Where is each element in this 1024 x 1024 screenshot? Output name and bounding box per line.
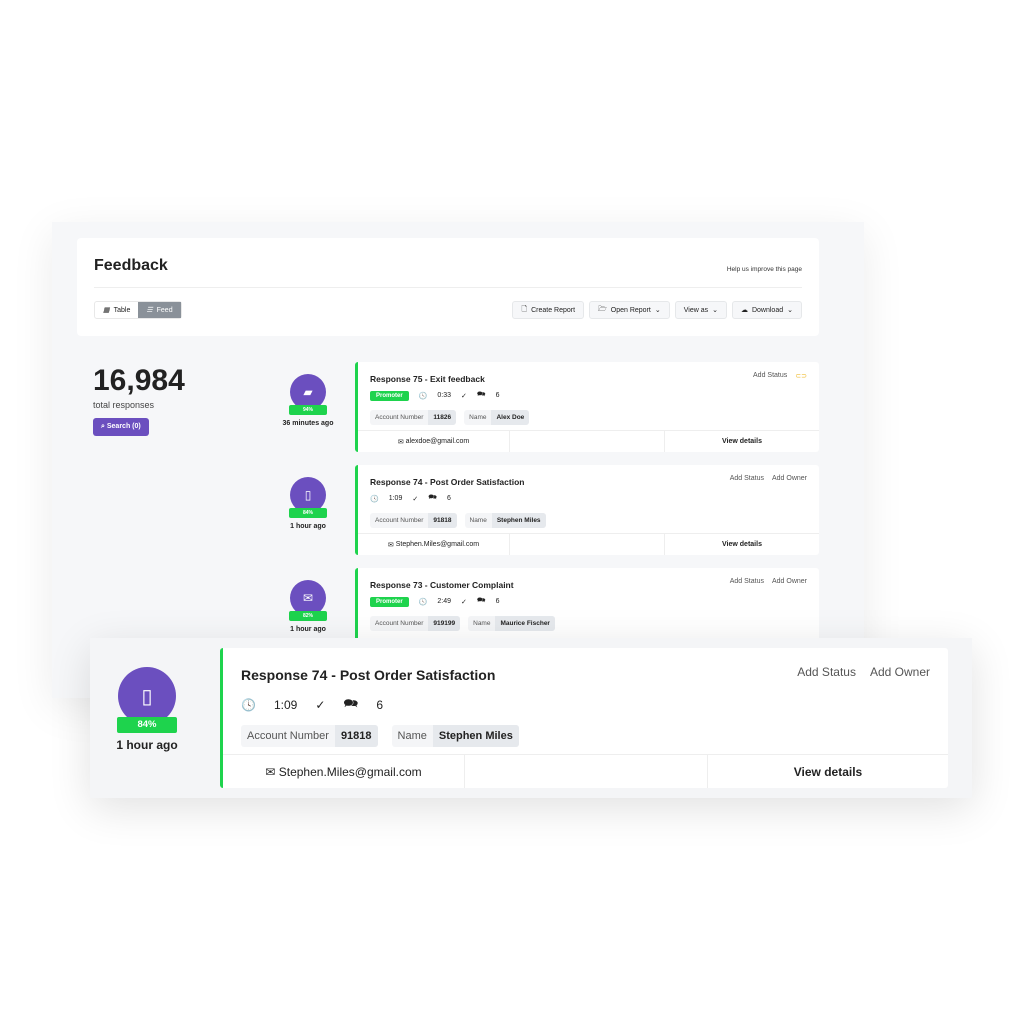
chevron-down-icon: ⌄ bbox=[712, 307, 718, 314]
score-badge: 84% bbox=[117, 717, 177, 733]
chat-icon: ▰ bbox=[303, 385, 313, 399]
search-button[interactable]: ⌕ Search (0) bbox=[93, 418, 149, 436]
check-icon: ✓ bbox=[461, 392, 467, 400]
check-icon: ✓ bbox=[412, 495, 419, 503]
name-field: Name Maurice Fischer bbox=[468, 616, 555, 631]
clock-icon: 🕓 bbox=[418, 598, 428, 606]
divider bbox=[94, 287, 802, 288]
add-status-button[interactable]: Add Status bbox=[797, 665, 856, 679]
mobile-icon: ▯ bbox=[141, 685, 153, 708]
promoter-badge: Promoter bbox=[370, 390, 409, 401]
feedback-panel: Feedback Help us improve this page ▦ Tabl… bbox=[52, 222, 864, 698]
response-title: Response 75 - Exit feedback bbox=[370, 374, 485, 384]
response-card[interactable]: Response 75 - Exit feedback Add Status ⊂⊃… bbox=[355, 362, 819, 452]
mail-icon: ✉ bbox=[265, 764, 279, 779]
name-field: Name Alex Doe bbox=[464, 410, 530, 425]
name-field: Name Stephen Miles bbox=[391, 725, 519, 747]
comments-icon: 🗪 bbox=[476, 597, 486, 604]
check-icon: ✓ bbox=[315, 697, 326, 712]
promoter-badge: Promoter bbox=[370, 596, 409, 607]
create-report-button[interactable]: 🗋 Create Report bbox=[512, 301, 585, 319]
view-as-button[interactable]: View as ⌄ bbox=[674, 301, 727, 319]
add-status-button[interactable]: Add Status bbox=[753, 372, 787, 380]
channel-avatar: ▯ 84% bbox=[117, 667, 177, 733]
add-status-button[interactable]: Add Status bbox=[730, 475, 764, 482]
clock-icon: 🕓 bbox=[418, 392, 428, 400]
open-report-button[interactable]: 🗁 Open Report ⌄ bbox=[589, 301, 670, 319]
list-icon: ☰ bbox=[146, 307, 153, 314]
score-badge: 84% bbox=[289, 508, 327, 518]
folder-icon: 🗁 bbox=[598, 305, 607, 313]
response-title: Response 74 - Post Order Satisfaction bbox=[241, 667, 496, 683]
response-card[interactable]: Response 74 - Post Order Satisfaction Ad… bbox=[355, 465, 819, 555]
highlighted-response: ▯ 84% 1 hour ago Response 74 - Post Order… bbox=[90, 638, 972, 798]
comments-icon: 🗪 bbox=[343, 696, 359, 710]
duration: 0:33 bbox=[437, 392, 452, 399]
table-icon: ▦ bbox=[103, 307, 110, 314]
mobile-icon: ▯ bbox=[304, 488, 312, 502]
account-field: Account Number 91818 bbox=[241, 725, 378, 747]
mail-icon: ✉ bbox=[302, 591, 314, 605]
name-field: Name Stephen Miles bbox=[464, 513, 546, 528]
tab-feed[interactable]: ☰ Feed bbox=[138, 302, 181, 318]
tag-icon[interactable]: ⊂⊃ bbox=[795, 372, 807, 380]
comments-icon: 🗪 bbox=[428, 494, 437, 501]
clock-icon: 🕓 bbox=[370, 495, 379, 503]
add-owner-button[interactable]: Add Owner bbox=[870, 665, 930, 679]
clock-icon: 🕓 bbox=[241, 697, 256, 712]
chevron-down-icon: ⌄ bbox=[654, 307, 661, 314]
summary: 16,984 total responses ⌕ Search (0) bbox=[93, 364, 185, 436]
account-field: Account Number 919199 bbox=[370, 616, 461, 631]
comment-count: 6 bbox=[495, 392, 500, 399]
comments-icon: 🗪 bbox=[476, 391, 486, 398]
time-ago: 36 minutes ago bbox=[282, 420, 334, 427]
add-status-button[interactable]: Add Status bbox=[730, 578, 764, 585]
view-details-button[interactable]: View details bbox=[665, 534, 819, 555]
channel-avatar: ▰ 94% bbox=[289, 374, 327, 415]
check-icon: ✓ bbox=[461, 598, 467, 606]
view-details-button[interactable]: View details bbox=[708, 755, 948, 788]
score-badge: 94% bbox=[289, 405, 327, 415]
mail-icon: ✉ bbox=[387, 541, 396, 549]
email[interactable]: ✉ Stephen.Miles@gmail.com bbox=[223, 755, 465, 788]
time-ago: 1 hour ago bbox=[116, 738, 178, 752]
search-icon: ⌕ bbox=[101, 423, 105, 430]
chevron-down-icon: ⌄ bbox=[787, 307, 793, 314]
add-owner-button[interactable]: Add Owner bbox=[772, 578, 807, 585]
channel-avatar: ▯ 84% bbox=[289, 477, 327, 518]
mail-icon: ✉ bbox=[397, 438, 406, 446]
tab-table[interactable]: ▦ Table bbox=[95, 302, 138, 318]
time-ago: 1 hour ago bbox=[290, 626, 326, 633]
page-title: Feedback bbox=[94, 257, 168, 274]
total-count: 16,984 bbox=[93, 364, 185, 397]
view-toggle: ▦ Table ☰ Feed bbox=[94, 301, 182, 319]
score-badge: 82% bbox=[289, 611, 327, 621]
page-header: Feedback Help us improve this page ▦ Tabl… bbox=[77, 238, 819, 336]
account-field: Account Number 11826 bbox=[370, 410, 457, 425]
cloud-download-icon: ☁ bbox=[740, 307, 748, 314]
account-field: Account Number 91818 bbox=[370, 513, 457, 528]
response-title: Response 74 - Post Order Satisfaction bbox=[370, 477, 525, 487]
response-card[interactable]: Response 74 - Post Order Satisfaction Ad… bbox=[220, 648, 948, 788]
view-details-button[interactable]: View details bbox=[665, 431, 819, 452]
response-title: Response 73 - Customer Complaint bbox=[370, 580, 514, 590]
email[interactable]: ✉ Stephen.Miles@gmail.com bbox=[358, 534, 510, 555]
total-label: total responses bbox=[93, 400, 155, 410]
file-icon: 🗋 bbox=[521, 305, 528, 313]
time-ago: 1 hour ago bbox=[290, 523, 326, 530]
help-link[interactable]: Help us improve this page bbox=[727, 266, 802, 273]
email[interactable]: ✉ alexdoe@gmail.com bbox=[358, 431, 510, 452]
add-owner-button[interactable]: Add Owner bbox=[772, 475, 807, 482]
channel-avatar: ✉ 82% bbox=[289, 580, 327, 621]
download-button[interactable]: ☁ Download ⌄ bbox=[731, 301, 802, 319]
